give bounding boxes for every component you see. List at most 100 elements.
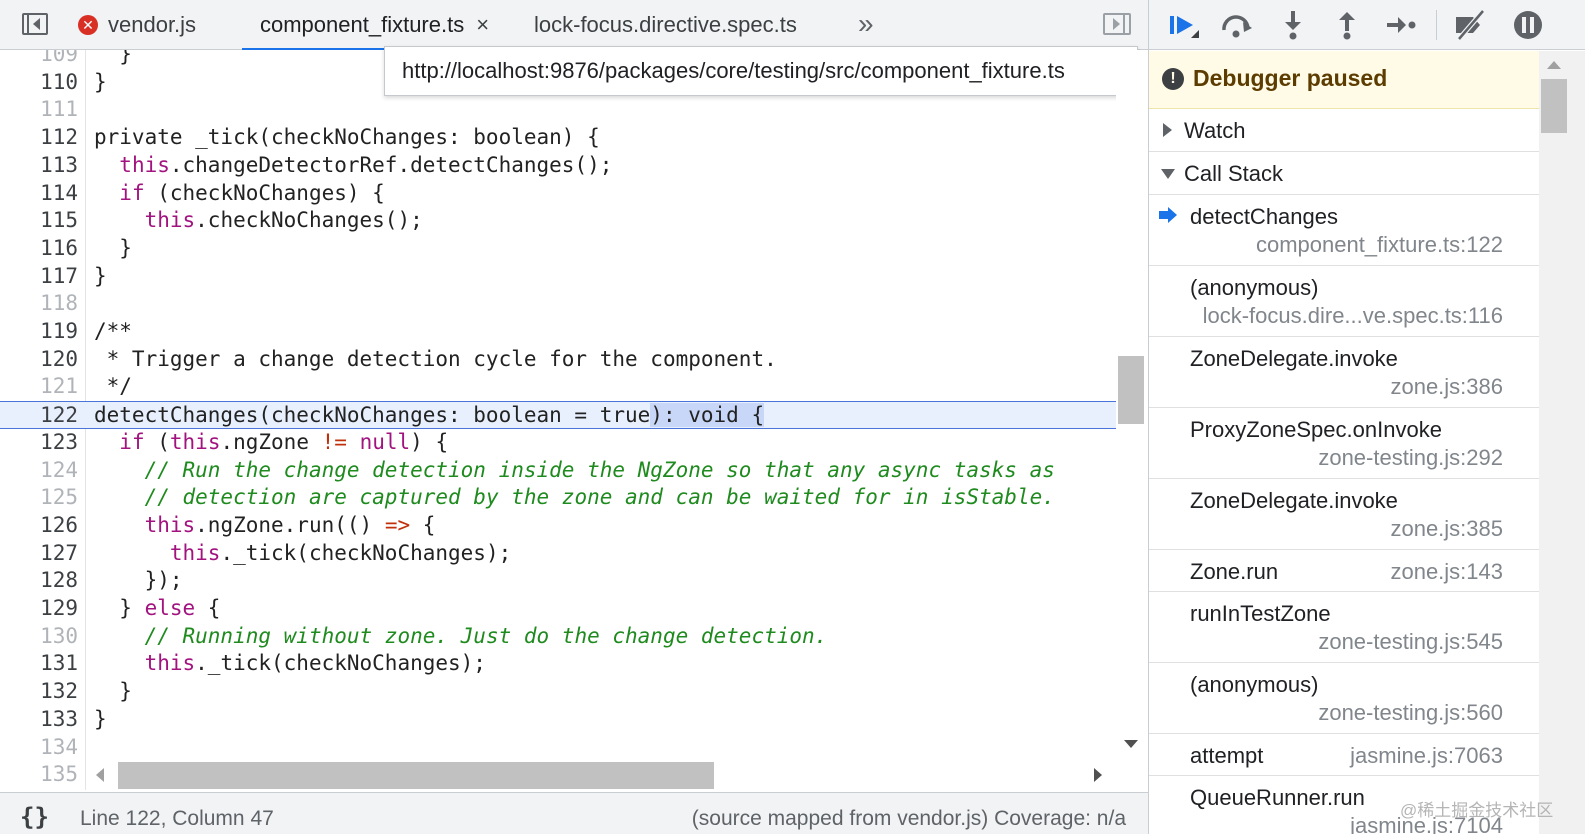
line-number[interactable]: 112 (0, 124, 78, 152)
line-number[interactable]: 127 (0, 540, 78, 568)
frame-function-name: QueueRunner.run (1190, 785, 1365, 810)
frame-function-name: ZoneDelegate.invoke (1190, 346, 1398, 371)
line-number[interactable]: 116 (0, 235, 78, 263)
line-number[interactable]: 128 (0, 567, 78, 595)
current-execution-line: 122 detectChanges(checkNoChanges: boolean… (0, 401, 1116, 429)
code-editor[interactable]: 109 } 110} 111 112 private _tick(checkNoChan… (0, 50, 1116, 790)
line-number[interactable]: 130 (0, 623, 78, 651)
line-number[interactable]: 111 (0, 96, 78, 124)
line-number[interactable]: 131 (0, 650, 78, 678)
line-number[interactable]: 109 (0, 50, 78, 69)
call-stack-frame[interactable]: detectChanges component_fixture.ts:122 (1149, 195, 1539, 266)
scroll-thumb[interactable] (1541, 79, 1567, 133)
code-text: } (94, 50, 132, 66)
frame-location-link[interactable]: zone-testing.js:545 (1318, 629, 1503, 655)
code-text: if (checkNoChanges) { (119, 180, 385, 205)
resume-icon[interactable] (1167, 8, 1201, 42)
paused-message: Debugger paused (1193, 65, 1388, 91)
more-tabs-icon[interactable]: » (858, 8, 873, 40)
code-text: this.changeDetectorRef.detectChanges(); (119, 152, 613, 177)
sidebar-vertical-scrollbar[interactable] (1539, 51, 1585, 834)
step-into-icon[interactable] (1276, 8, 1310, 42)
code-text: private _tick(checkNoChanges: boolean) { (94, 125, 600, 150)
line-number[interactable]: 132 (0, 678, 78, 706)
pretty-print-button[interactable]: {} (20, 803, 49, 831)
scroll-left-icon[interactable] (96, 768, 104, 782)
line-number[interactable]: 121 (0, 373, 78, 401)
line-number[interactable]: 120 (0, 346, 78, 374)
code-text: this.checkNoChanges(); (144, 208, 423, 233)
line-number[interactable]: 129 (0, 595, 78, 623)
line-number[interactable]: 113 (0, 152, 78, 180)
line-number[interactable]: 123 (0, 429, 78, 457)
tab-lock-focus-spec[interactable]: lock-focus.directive.spec.ts (534, 0, 797, 50)
frame-location-link[interactable]: component_fixture.ts:122 (1256, 232, 1503, 258)
call-stack-frame[interactable]: attempt jasmine.js:7063 (1149, 734, 1539, 776)
frame-location-link[interactable]: zone.js:143 (1390, 559, 1503, 585)
toggle-debugger-icon[interactable] (1101, 10, 1135, 38)
code-text: * Trigger a change detection cycle for t… (94, 346, 777, 371)
scroll-thumb[interactable] (1118, 356, 1144, 424)
close-tab-icon[interactable]: × (476, 12, 489, 38)
editor-vertical-scrollbar[interactable] (1116, 50, 1148, 760)
scroll-right-icon[interactable] (1094, 768, 1102, 782)
code-line: 123 if (this.ngZone != null) { (0, 429, 1116, 457)
watch-section-header[interactable]: Watch (1149, 109, 1539, 152)
line-number[interactable]: 115 (0, 207, 78, 235)
scroll-thumb[interactable] (118, 762, 714, 789)
code-text: this.ngZone.run(() => { (144, 512, 436, 537)
frame-location-link[interactable]: jasmine.js:7063 (1350, 743, 1503, 769)
line-number[interactable]: 119 (0, 318, 78, 346)
source-map-info[interactable]: (source mapped from vendor.js) Coverage:… (692, 807, 1126, 831)
code-text: detectChanges(checkNoChanges: boolean = … (94, 403, 765, 428)
line-number[interactable]: 125 (0, 484, 78, 512)
step-icon[interactable] (1384, 8, 1418, 42)
call-stack-section-header[interactable]: Call Stack (1149, 152, 1539, 195)
line-number[interactable]: 126 (0, 512, 78, 540)
line-number[interactable]: 134 (0, 734, 78, 762)
frame-location-link[interactable]: zone.js:386 (1390, 374, 1503, 400)
editor-status-bar: {} Line 122, Column 47 (source mapped fr… (0, 792, 1148, 834)
call-stack-frame[interactable]: (anonymous) zone-testing.js:560 (1149, 663, 1539, 734)
code-text: // detection are captured by the zone an… (144, 485, 1055, 510)
code-text: } (94, 69, 107, 94)
pause-on-exceptions-icon[interactable] (1511, 8, 1545, 42)
call-stack-frame[interactable]: Zone.run zone.js:143 (1149, 550, 1539, 592)
code-line: 118 (0, 290, 1116, 318)
line-number[interactable]: 114 (0, 180, 78, 208)
watch-label: Watch (1184, 118, 1246, 143)
call-stack-frame[interactable]: runInTestZone zone-testing.js:545 (1149, 592, 1539, 663)
line-number[interactable]: 118 (0, 290, 78, 318)
line-number[interactable]: 133 (0, 706, 78, 734)
code-line: 130 // Running without zone. Just do the… (0, 623, 1116, 651)
code-line: 132 } (0, 678, 1116, 706)
call-stack-frame[interactable]: (anonymous) lock-focus.dire...ve.spec.ts:… (1149, 266, 1539, 337)
code-text: } (94, 679, 132, 704)
scroll-up-icon[interactable] (1547, 61, 1561, 69)
call-stack-frame[interactable]: ZoneDelegate.invoke zone.js:385 (1149, 479, 1539, 550)
code-text: }); (94, 568, 183, 593)
call-stack-frame[interactable]: ZoneDelegate.invoke zone.js:386 (1149, 337, 1539, 408)
step-out-icon[interactable] (1330, 8, 1364, 42)
line-number[interactable]: 122 (0, 402, 78, 430)
scroll-down-icon[interactable] (1124, 740, 1138, 748)
line-number[interactable]: 135 (0, 761, 78, 789)
tab-component-fixture[interactable]: component_fixture.ts × (242, 0, 504, 51)
file-url-tooltip: http://localhost:9876/packages/core/test… (384, 46, 1138, 96)
frame-location-link[interactable]: zone.js:385 (1390, 516, 1503, 542)
call-stack-frame[interactable]: ProxyZoneSpec.onInvoke zone-testing.js:29… (1149, 408, 1539, 479)
editor-horizontal-scrollbar[interactable] (86, 760, 1116, 790)
toggle-navigator-icon[interactable] (18, 10, 52, 38)
debugger-paused-banner: ! Debugger paused (1149, 51, 1539, 109)
step-over-icon[interactable] (1219, 8, 1253, 42)
tab-vendor-js[interactable]: ✕ vendor.js (78, 0, 196, 50)
line-number[interactable]: 124 (0, 457, 78, 485)
frame-location-link[interactable]: lock-focus.dire...ve.spec.ts:116 (1203, 303, 1503, 329)
frame-location-link[interactable]: zone-testing.js:560 (1318, 700, 1503, 726)
deactivate-breakpoints-icon[interactable] (1453, 8, 1487, 42)
code-line: 125 // detection are captured by the zon… (0, 484, 1116, 512)
line-number[interactable]: 110 (0, 69, 78, 97)
line-number[interactable]: 117 (0, 263, 78, 291)
frame-location-link[interactable]: zone-testing.js:292 (1318, 445, 1503, 471)
code-line: 114 if (checkNoChanges) { (0, 180, 1116, 208)
